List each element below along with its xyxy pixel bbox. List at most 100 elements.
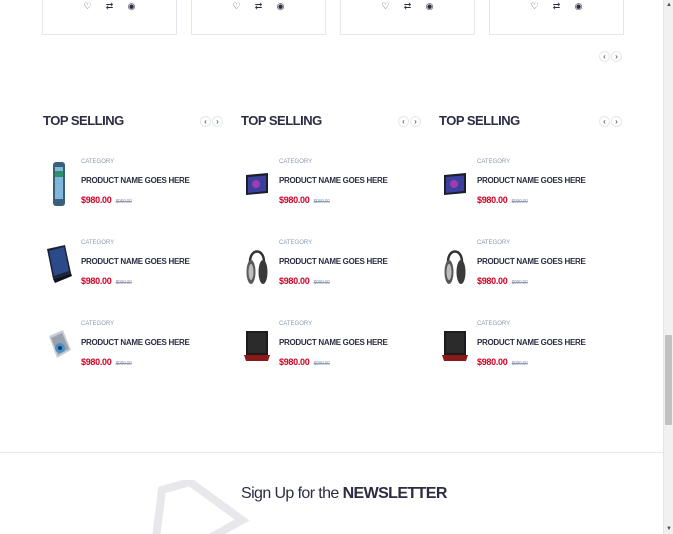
product-name[interactable]: PRODUCT NAME GOES HERE (279, 338, 388, 347)
product-image[interactable] (43, 240, 75, 290)
slider-next-button[interactable]: › (410, 116, 421, 127)
product-image[interactable] (43, 159, 75, 209)
slider-next-button[interactable]: › (212, 116, 223, 127)
current-price: $980.00 (81, 276, 112, 286)
widget-slider-nav: ‹ › (200, 116, 223, 127)
product-price: $980.00 $990.00 (81, 357, 132, 367)
widget-title: TOP SELLING (439, 113, 520, 128)
product-widget[interactable]: CATEGORY PRODUCT NAME GOES HERE $980.00 … (43, 240, 228, 300)
product-widget[interactable]: CATEGORY PRODUCT NAME GOES HERE $980.00 … (439, 159, 624, 219)
newsletter-title: Sign Up for the NEWSLETTER (241, 485, 447, 503)
scroll-up-arrow-icon[interactable]: ▲ (665, 0, 673, 10)
product-card: ♡ ⇄ ◉ (489, 0, 624, 35)
current-price: $980.00 (279, 276, 310, 286)
compare-icon[interactable]: ⇄ (105, 0, 115, 14)
phone-icon (53, 162, 65, 206)
product-category: CATEGORY (279, 240, 313, 246)
product-image[interactable] (439, 159, 471, 209)
product-name[interactable]: PRODUCT NAME GOES HERE (81, 176, 190, 185)
product-name[interactable]: PRODUCT NAME GOES HERE (81, 257, 190, 266)
product-price: $980.00 $990.00 (279, 195, 330, 205)
product-widget[interactable]: CATEGORY PRODUCT NAME GOES HERE $980.00 … (439, 321, 624, 381)
scrollbar-thumb[interactable] (665, 335, 672, 425)
wishlist-icon[interactable]: ♡ (83, 0, 93, 14)
product-category: CATEGORY (477, 159, 511, 165)
slider-next-button[interactable]: › (611, 116, 622, 127)
quick-view-icon[interactable]: ◉ (127, 0, 137, 14)
product-widget[interactable]: CATEGORY PRODUCT NAME GOES HERE $980.00 … (241, 159, 426, 219)
current-price: $980.00 (477, 276, 508, 286)
product-name[interactable]: PRODUCT NAME GOES HERE (279, 176, 388, 185)
old-price: $990.00 (511, 199, 528, 205)
product-category: CATEGORY (279, 159, 313, 165)
products-slider-nav: ‹ › (599, 51, 622, 62)
wishlist-icon[interactable]: ♡ (232, 0, 242, 14)
top-selling-widget: TOP SELLING ‹ › CATEGORY PRODUCT NAME GO… (43, 112, 228, 367)
product-widget[interactable]: CATEGORY PRODUCT NAME GOES HERE $980.00 … (43, 159, 228, 219)
product-name[interactable]: PRODUCT NAME GOES HERE (477, 338, 586, 347)
product-card: ♡ ⇄ ◉ (191, 0, 326, 35)
product-name[interactable]: PRODUCT NAME GOES HERE (81, 338, 190, 347)
slider-prev-button[interactable]: ‹ (599, 51, 610, 62)
product-image[interactable] (241, 321, 273, 371)
old-price: $990.00 (313, 361, 330, 367)
slider-prev-button[interactable]: ‹ (398, 116, 409, 127)
widget-slider-nav: ‹ › (599, 116, 622, 127)
product-price: $980.00 $990.00 (477, 357, 528, 367)
old-price: $990.00 (313, 199, 330, 205)
product-category: CATEGORY (81, 321, 115, 327)
laptop-icon (442, 331, 468, 361)
product-image[interactable] (439, 321, 471, 371)
quick-view-icon[interactable]: ◉ (276, 0, 286, 14)
product-image[interactable] (241, 159, 273, 209)
widget-slider-nav: ‹ › (398, 116, 421, 127)
current-price: $980.00 (477, 195, 508, 205)
compare-icon[interactable]: ⇄ (552, 0, 562, 14)
old-price: $990.00 (115, 199, 132, 205)
product-name[interactable]: PRODUCT NAME GOES HERE (279, 257, 388, 266)
camera-icon (49, 330, 71, 358)
tablet-icon (246, 173, 268, 195)
product-price: $980.00 $990.00 (81, 276, 132, 286)
product-image[interactable] (241, 240, 273, 290)
laptop-icon (47, 245, 72, 283)
card-actions: ♡ ⇄ ◉ (341, 0, 474, 14)
slider-prev-button[interactable]: ‹ (599, 116, 610, 127)
slider-next-button[interactable]: › (611, 51, 622, 62)
product-price: $980.00 $990.00 (81, 195, 132, 205)
product-card: ♡ ⇄ ◉ (42, 0, 177, 35)
quick-view-icon[interactable]: ◉ (574, 0, 584, 14)
product-price: $980.00 $990.00 (279, 276, 330, 286)
compare-icon[interactable]: ⇄ (254, 0, 264, 14)
slider-prev-button[interactable]: ‹ (200, 116, 211, 127)
headphones-icon (246, 250, 268, 284)
product-name[interactable]: PRODUCT NAME GOES HERE (477, 176, 586, 185)
product-category: CATEGORY (477, 240, 511, 246)
wishlist-icon[interactable]: ♡ (381, 0, 391, 14)
product-category: CATEGORY (81, 240, 115, 246)
product-card: ♡ ⇄ ◉ (340, 0, 475, 35)
product-image[interactable] (439, 240, 471, 290)
product-name[interactable]: PRODUCT NAME GOES HERE (477, 257, 586, 266)
newsletter-title-emphasis: NEWSLETTER (342, 485, 448, 502)
product-widget[interactable]: CATEGORY PRODUCT NAME GOES HERE $980.00 … (241, 240, 426, 300)
current-price: $980.00 (81, 357, 112, 367)
quick-view-icon[interactable]: ◉ (425, 0, 435, 14)
product-widget[interactable]: CATEGORY PRODUCT NAME GOES HERE $980.00 … (439, 240, 624, 300)
current-price: $980.00 (279, 195, 310, 205)
scroll-down-arrow-icon[interactable]: ▼ (665, 524, 673, 534)
card-actions: ♡ ⇄ ◉ (43, 0, 176, 14)
compare-icon[interactable]: ⇄ (403, 0, 413, 14)
current-price: $980.00 (81, 195, 112, 205)
product-image[interactable] (43, 321, 75, 371)
product-price: $980.00 $990.00 (279, 357, 330, 367)
wishlist-icon[interactable]: ♡ (530, 0, 540, 14)
product-widget[interactable]: CATEGORY PRODUCT NAME GOES HERE $980.00 … (241, 321, 426, 381)
page-scrollbar[interactable]: ▲ ▼ (663, 0, 673, 534)
headphones-icon (444, 250, 466, 284)
product-widget[interactable]: CATEGORY PRODUCT NAME GOES HERE $980.00 … (43, 321, 228, 381)
section-divider (0, 452, 665, 453)
top-selling-widget: TOP SELLING ‹ › CATEGORY PRODUCT NAME GO… (439, 112, 624, 367)
product-category: CATEGORY (279, 321, 313, 327)
top-selling-widget: TOP SELLING ‹ › CATEGORY PRODUCT NAME GO… (241, 112, 426, 367)
